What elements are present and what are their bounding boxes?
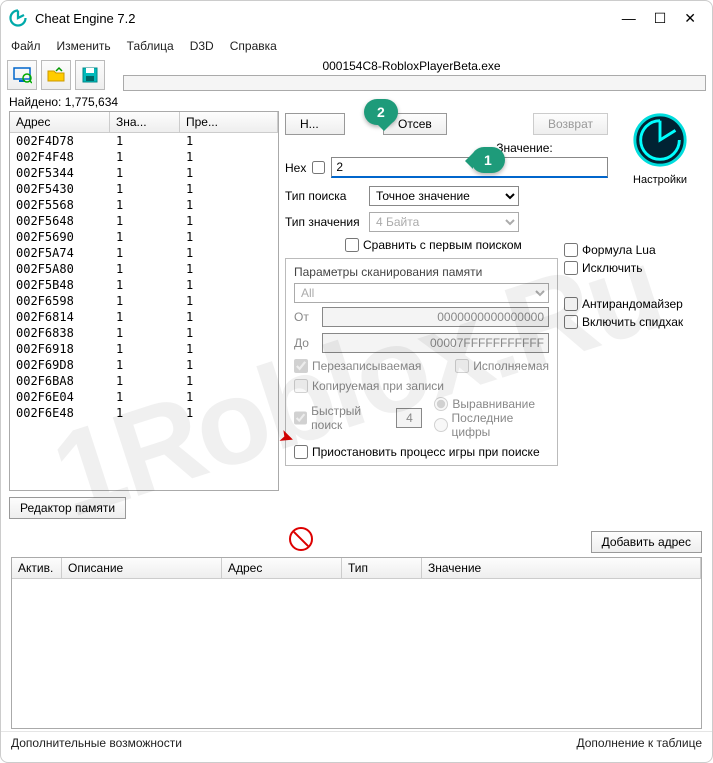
table-row[interactable]: 002F6E4811 — [10, 405, 278, 421]
table-row[interactable]: 002F5A8011 — [10, 261, 278, 277]
col-desc[interactable]: Описание — [62, 558, 222, 578]
memory-view-button[interactable]: Редактор памяти — [9, 497, 126, 519]
app-icon — [9, 9, 27, 27]
table-row[interactable]: 002F543011 — [10, 181, 278, 197]
memory-scan-options: Параметры сканирования памяти All От До … — [285, 258, 558, 466]
value-label: Значение: — [496, 141, 553, 155]
undo-scan-button[interactable]: Возврат — [533, 113, 608, 135]
toolbar: 000154C8-RobloxPlayerBeta.exe — [1, 57, 712, 93]
table-row[interactable]: 002F5B4811 — [10, 277, 278, 293]
table-row[interactable]: 002F5A7411 — [10, 245, 278, 261]
table-row[interactable]: 002F6E0411 — [10, 389, 278, 405]
close-button[interactable]: ✕ — [684, 10, 696, 27]
col-value[interactable]: Зна... — [110, 112, 180, 132]
last-digits-radio[interactable]: Последние цифры — [434, 411, 549, 439]
unrandomizer-checkbox[interactable]: Антирандомайзер — [564, 297, 704, 311]
scan-type-select[interactable]: Точное значение — [369, 186, 519, 206]
results-table[interactable]: Адрес Зна... Пре... 002F4D7811002F4F4811… — [9, 111, 279, 491]
table-extras-link[interactable]: Дополнение к таблице — [576, 736, 702, 750]
minimize-button[interactable]: — — [622, 10, 636, 27]
ce-logo-icon[interactable] — [631, 111, 689, 169]
params-legend: Параметры сканирования памяти — [294, 265, 549, 279]
speedhack-checkbox[interactable]: Включить спидхак — [564, 315, 704, 329]
advanced-options-link[interactable]: Дополнительные возможности — [11, 736, 182, 750]
menubar: Файл Изменить Таблица D3D Справка — [1, 35, 712, 57]
window-title: Cheat Engine 7.2 — [35, 11, 622, 26]
table-row[interactable]: 002F681411 — [10, 309, 278, 325]
region-select[interactable]: All — [294, 283, 549, 303]
table-row[interactable]: 002F4F4811 — [10, 149, 278, 165]
table-row[interactable]: 002F659811 — [10, 293, 278, 309]
cow-checkbox[interactable]: Копируемая при записи — [294, 379, 549, 393]
address-list[interactable]: Актив. Описание Адрес Тип Значение — [11, 557, 702, 729]
table-row[interactable]: 002F6BA811 — [10, 373, 278, 389]
floppy-icon — [80, 65, 100, 85]
open-file-button[interactable] — [41, 60, 71, 90]
to-label: До — [294, 336, 316, 350]
col-previous[interactable]: Пре... — [180, 112, 278, 132]
value-input[interactable] — [331, 157, 608, 178]
col-addr2[interactable]: Адрес — [222, 558, 342, 578]
executable-checkbox[interactable]: Исполняемая — [455, 359, 549, 373]
fast-scan-checkbox[interactable]: Быстрый поиск — [294, 404, 390, 432]
scan-type-label: Тип поиска — [285, 189, 363, 203]
table-row[interactable]: 002F69D811 — [10, 357, 278, 373]
table-row[interactable]: 002F569011 — [10, 229, 278, 245]
menu-table[interactable]: Таблица — [127, 39, 174, 53]
writable-checkbox[interactable]: Перезаписываемая — [294, 359, 421, 373]
progress-bar — [123, 75, 706, 91]
settings-link[interactable]: Настройки — [614, 174, 706, 186]
next-scan-button[interactable]: Отсев — [383, 113, 447, 135]
from-label: От — [294, 310, 316, 324]
col-active[interactable]: Актив. — [12, 558, 62, 578]
first-scan-button[interactable]: Н... — [285, 113, 345, 135]
menu-file[interactable]: Файл — [11, 39, 41, 53]
to-input[interactable] — [322, 333, 549, 353]
hex-checkbox[interactable] — [312, 161, 325, 174]
menu-help[interactable]: Справка — [230, 39, 277, 53]
stop-icon[interactable] — [289, 527, 313, 551]
col-address[interactable]: Адрес — [10, 112, 110, 132]
results-header: Адрес Зна... Пре... — [10, 112, 278, 133]
table-row[interactable]: 002F556811 — [10, 197, 278, 213]
col-type[interactable]: Тип — [342, 558, 422, 578]
address-list-header: Актив. Описание Адрес Тип Значение — [12, 558, 701, 579]
process-name: 000154C8-RobloxPlayerBeta.exe — [117, 59, 706, 73]
folder-open-icon — [46, 65, 66, 85]
compare-first-checkbox[interactable]: Сравнить с первым поиском — [345, 238, 522, 252]
table-row[interactable]: 002F4D7811 — [10, 133, 278, 149]
table-row[interactable]: 002F691811 — [10, 341, 278, 357]
titlebar: Cheat Engine 7.2 — ☐ ✕ — [1, 1, 712, 35]
alignment-radio[interactable]: Выравнивание — [434, 397, 549, 411]
menu-d3d[interactable]: D3D — [190, 39, 214, 53]
table-row[interactable]: 002F683811 — [10, 325, 278, 341]
value-type-select[interactable]: 4 Байта — [369, 212, 519, 232]
value-type-label: Тип значения — [285, 215, 363, 229]
add-address-button[interactable]: Добавить адрес — [591, 531, 702, 553]
found-count: Найдено: 1,775,634 — [1, 93, 712, 111]
maximize-button[interactable]: ☐ — [654, 10, 667, 27]
from-input[interactable] — [322, 307, 549, 327]
not-checkbox[interactable]: Исключить — [564, 261, 704, 275]
pause-game-checkbox[interactable]: Приостановить процесс игры при поиске — [294, 445, 549, 459]
table-row[interactable]: 002F564811 — [10, 213, 278, 229]
col-val2[interactable]: Значение — [422, 558, 701, 578]
menu-edit[interactable]: Изменить — [57, 39, 111, 53]
open-process-button[interactable] — [7, 60, 37, 90]
lua-checkbox[interactable]: Формула Lua — [564, 243, 704, 257]
footer: Дополнительные возможности Дополнение к … — [1, 731, 712, 754]
monitor-icon — [12, 65, 32, 85]
table-row[interactable]: 002F534411 — [10, 165, 278, 181]
hex-label: Hex — [285, 161, 306, 175]
save-button[interactable] — [75, 60, 105, 90]
alignment-input[interactable] — [396, 408, 422, 428]
